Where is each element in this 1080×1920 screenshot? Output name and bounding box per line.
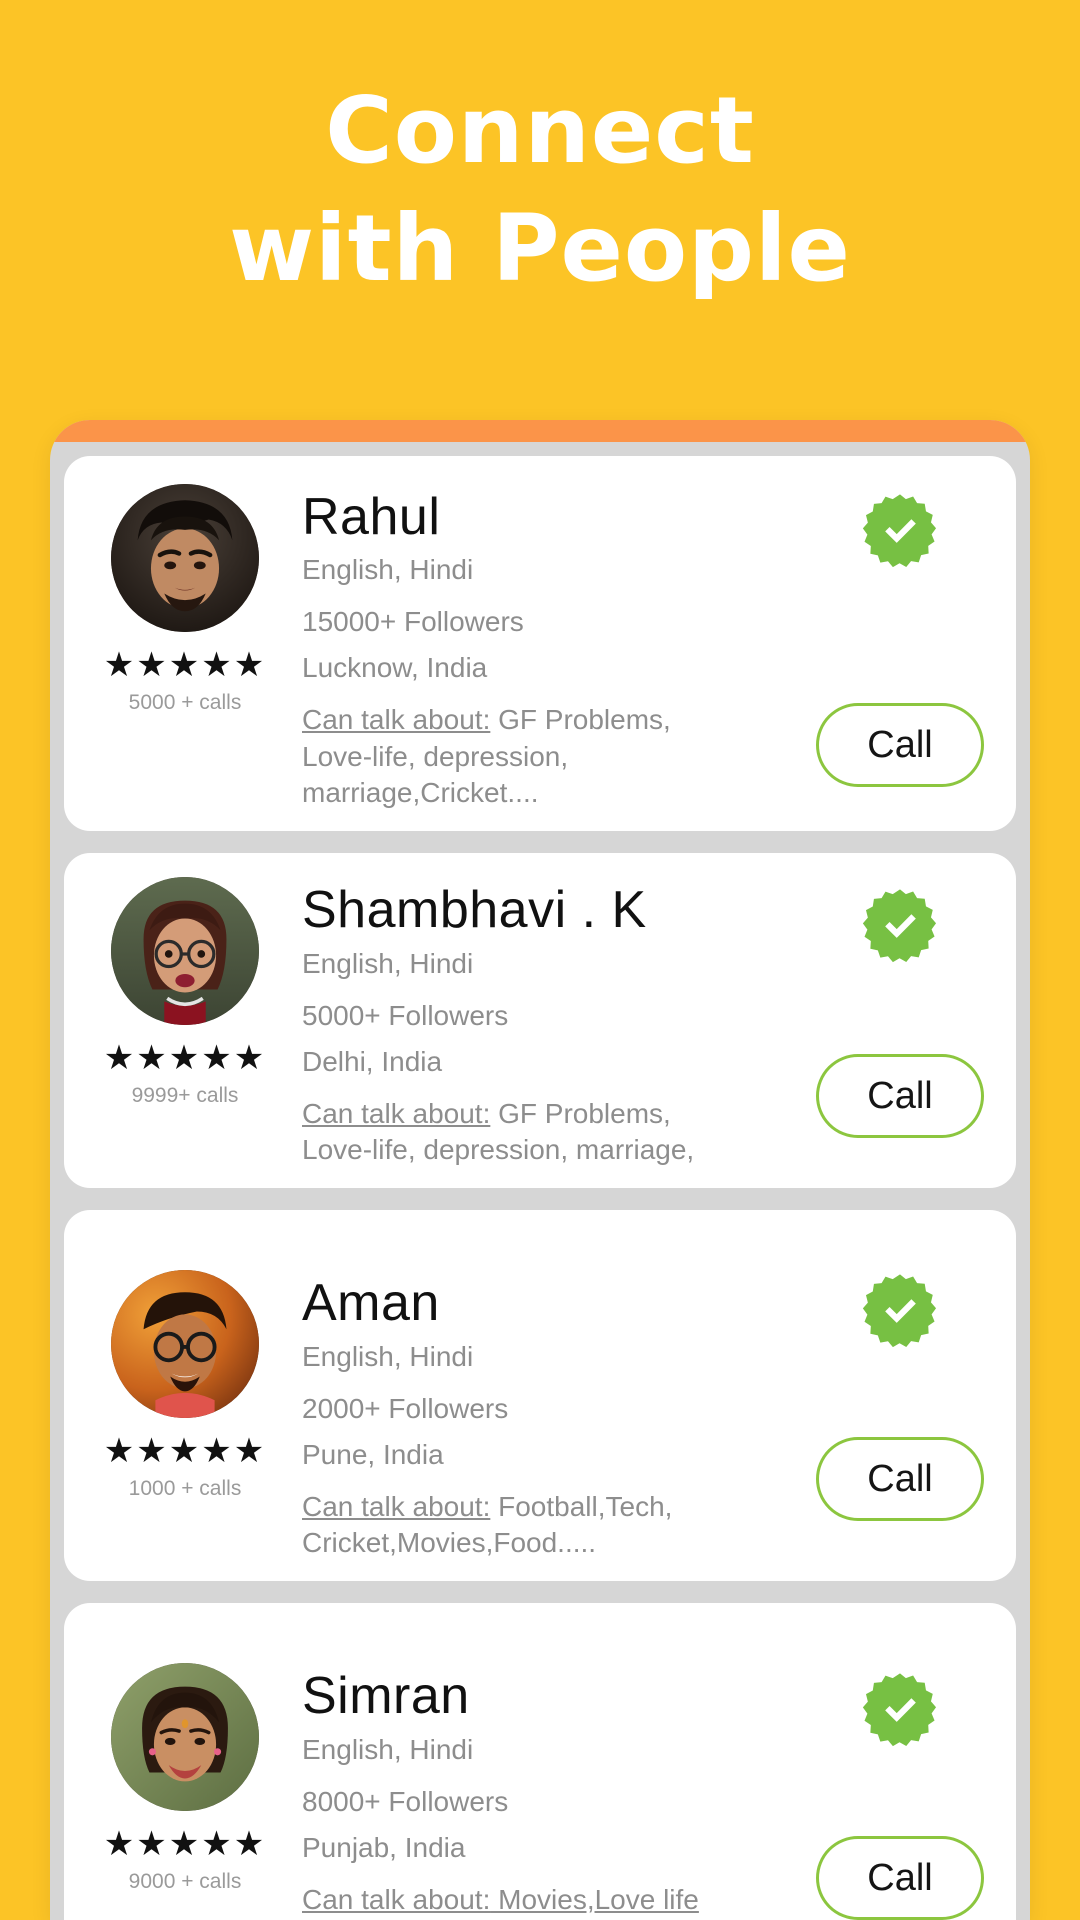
star-rating: ★★★★★ [103, 1039, 267, 1078]
call-count: 5000 + calls [128, 691, 242, 714]
call-count: 9999+ calls [131, 1084, 239, 1108]
call-count: 1000 + calls [128, 1477, 242, 1501]
profile-info: Rahul English, Hindi 15000+ Followers Lu… [280, 484, 810, 811]
profile-left-column: ★★★★★ 5000 + calls [90, 484, 280, 715]
verified-check-badge-icon [861, 1272, 939, 1350]
profile-actions: Call [810, 484, 990, 811]
profile-actions: Call [810, 1663, 990, 1920]
star-rating: ★★★★★ [103, 1432, 267, 1471]
profile-actions: Call [810, 1270, 990, 1561]
profile-languages: English, Hindi [302, 554, 474, 586]
avatar [111, 484, 259, 632]
profile-followers: 5000+ Followers [302, 999, 509, 1031]
profile-card[interactable]: ★★★★★ 9000 + calls Simran English, Hindi… [64, 1603, 1016, 1920]
page-title-line-1: Connect [325, 77, 755, 184]
profile-left-column: ★★★★★ 1000 + calls [90, 1270, 280, 1501]
profile-name: Rahul [302, 488, 441, 546]
profile-languages: English, Hindi [302, 1340, 474, 1372]
profile-location: Lucknow, India [302, 652, 488, 684]
call-button[interactable]: Call [816, 1836, 984, 1920]
profile-languages: English, Hindi [302, 947, 474, 979]
profile-card[interactable]: ★★★★★ 1000 + calls Aman English, Hindi 2… [64, 1210, 1016, 1582]
call-button[interactable]: Call [816, 703, 984, 788]
topics-label: Can talk about: [302, 1097, 491, 1129]
call-button[interactable]: Call [816, 1437, 984, 1522]
profile-followers: 15000+ Followers [302, 606, 524, 638]
profile-left-column: ★★★★★ 9999+ calls [90, 877, 280, 1108]
profile-left-column: ★★★★★ 9000 + calls [90, 1663, 280, 1894]
topics-label: Can talk about: [302, 1883, 491, 1915]
call-count: 9000 + calls [128, 1870, 242, 1894]
avatar [111, 1663, 259, 1812]
profile-info: Shambhavi . K English, Hindi 5000+ Follo… [280, 877, 810, 1168]
profile-location: Pune, India [302, 1438, 444, 1470]
star-rating: ★★★★★ [103, 646, 267, 684]
profile-topics: Can talk about: Movies,Love life ,Romanc… [302, 1882, 722, 1920]
profile-topics: Can talk about: GF Problems, Love-life, … [302, 702, 722, 811]
profile-languages: English, Hindi [302, 1733, 474, 1765]
profile-info: Simran English, Hindi 8000+ Followers Pu… [280, 1663, 810, 1920]
profile-name: Shambhavi . K [302, 881, 647, 940]
phone-mockup-shell: ★★★★★ 5000 + calls Rahul English, Hindi … [50, 420, 1030, 1920]
page-title-line-2: with People [229, 194, 851, 302]
profile-info: Aman English, Hindi 2000+ Followers Pune… [280, 1270, 810, 1561]
topics-label: Can talk about: [302, 704, 491, 736]
profile-name: Simran [302, 1667, 470, 1726]
avatar [111, 877, 259, 1026]
profile-location: Punjab, India [302, 1831, 466, 1863]
profile-location: Delhi, India [302, 1045, 443, 1077]
profile-topics: Can talk about: GF Problems, Love-life, … [302, 1096, 722, 1169]
page-title: Connect with People [0, 0, 1080, 308]
shell-accent-bar [50, 420, 1030, 442]
profile-followers: 2000+ Followers [302, 1392, 509, 1424]
profile-followers: 8000+ Followers [302, 1785, 509, 1817]
profile-card[interactable]: ★★★★★ 9999+ calls Shambhavi . K English,… [64, 853, 1016, 1189]
avatar [111, 1270, 259, 1419]
profile-card[interactable]: ★★★★★ 5000 + calls Rahul English, Hindi … [64, 456, 1016, 832]
profile-card-list: ★★★★★ 5000 + calls Rahul English, Hindi … [50, 442, 1030, 1920]
profile-topics: Can talk about: Football,Tech, Cricket,M… [302, 1489, 722, 1562]
verified-check-badge-icon [861, 492, 939, 570]
verified-check-badge-icon [861, 887, 939, 965]
verified-check-badge-icon [861, 1671, 939, 1749]
topics-label: Can talk about: [302, 1490, 491, 1522]
call-button[interactable]: Call [816, 1054, 984, 1139]
star-rating: ★★★★★ [103, 1825, 267, 1864]
profile-name: Aman [302, 1274, 440, 1333]
profile-actions: Call [810, 877, 990, 1168]
